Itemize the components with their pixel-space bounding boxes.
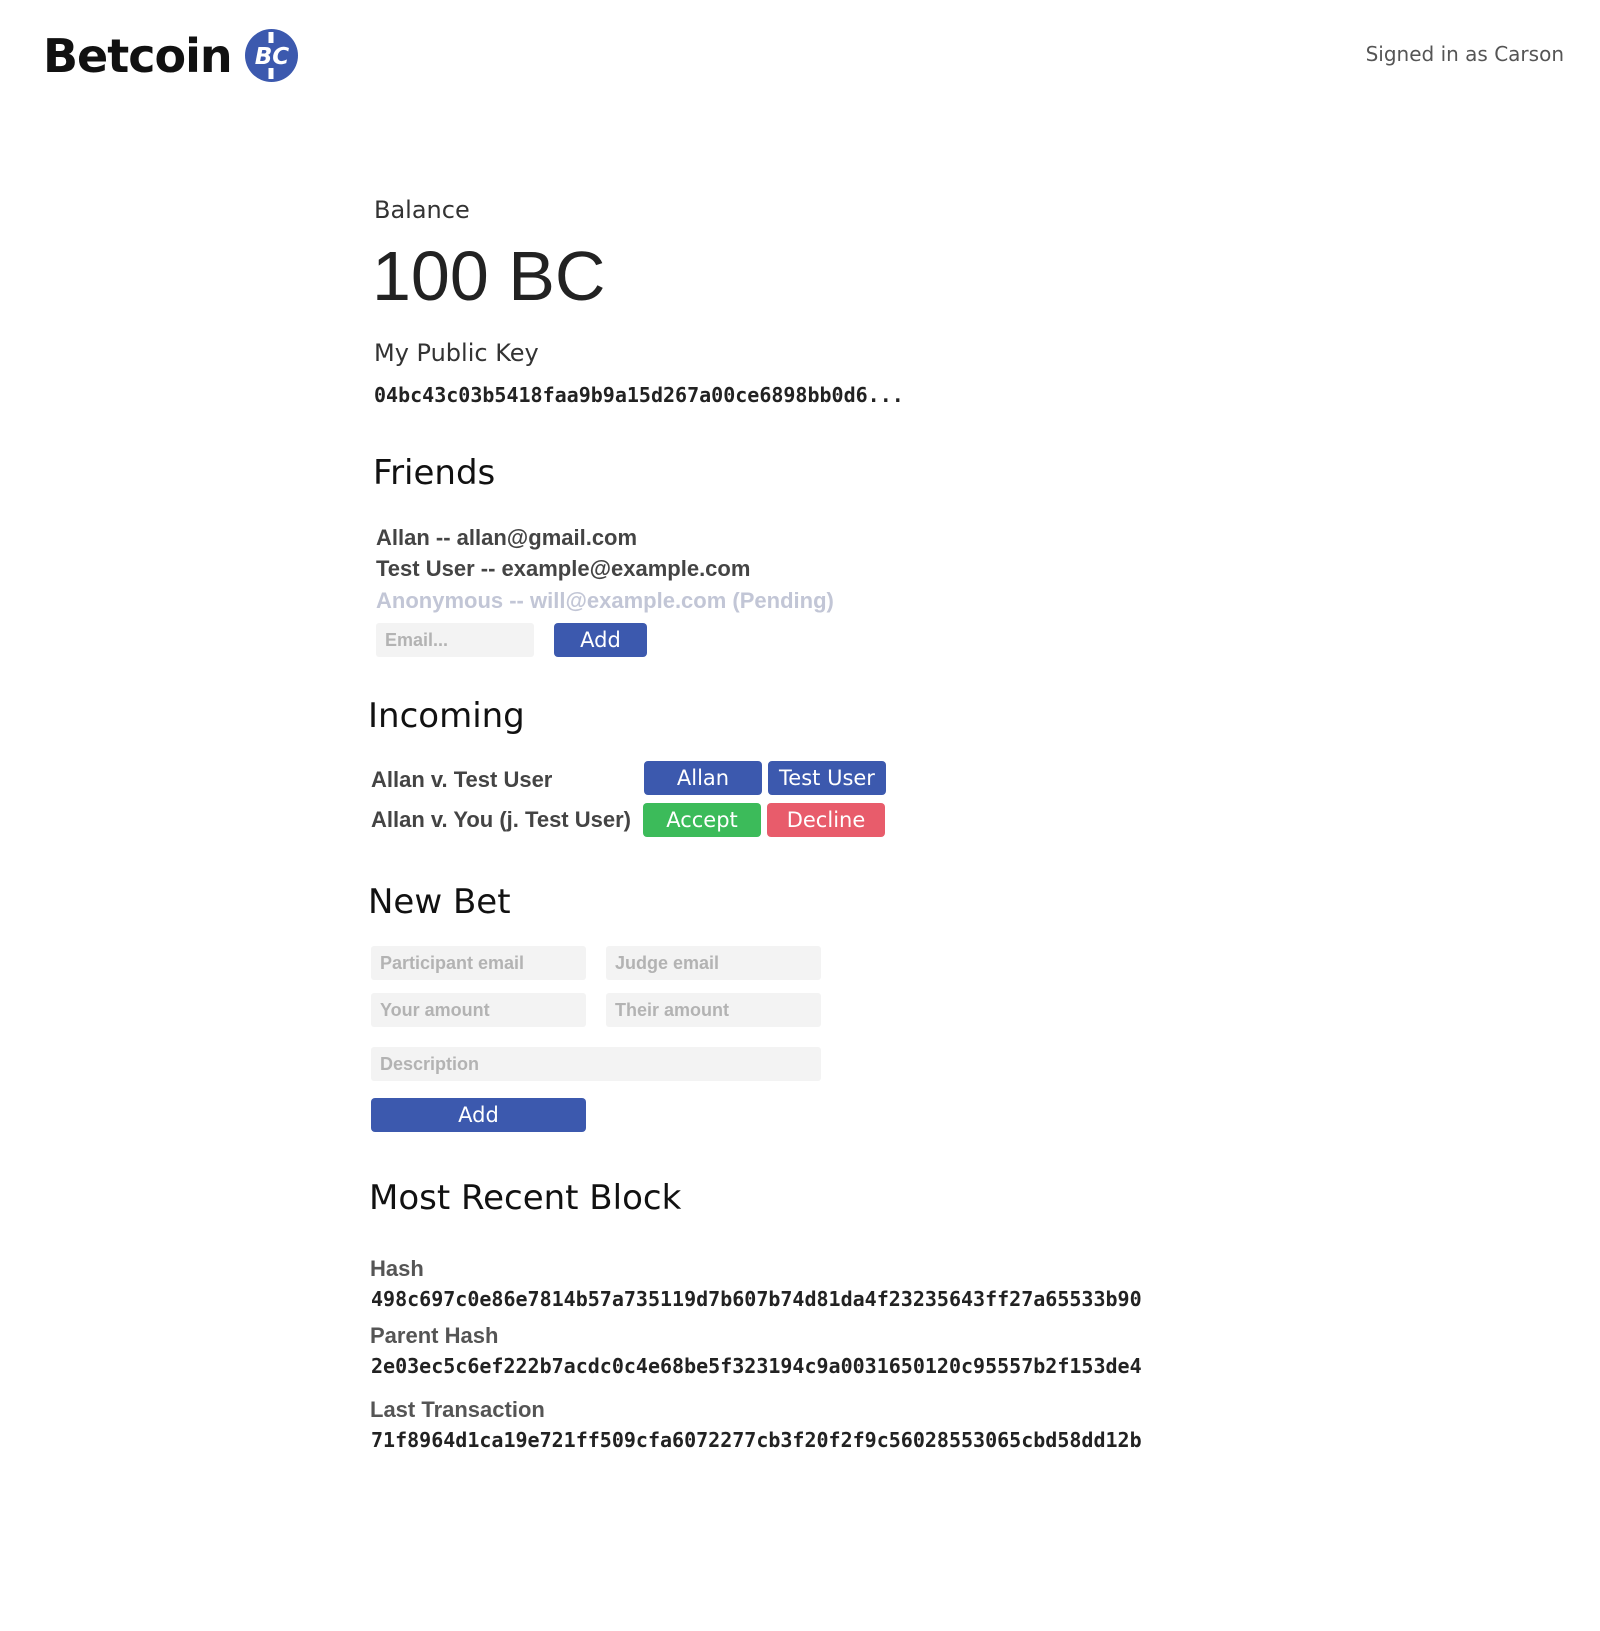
their-amount-input[interactable]: [606, 993, 821, 1027]
last-transaction-label: Last Transaction: [370, 1397, 545, 1422]
public-key-label: My Public Key: [374, 339, 539, 367]
parent-hash-value: 2e03ec5c6ef222b7acdc0c4e68be5f323194c9a0…: [371, 1354, 1142, 1378]
block-heading: Most Recent Block: [369, 1178, 682, 1218]
accept-button[interactable]: Accept: [643, 803, 761, 837]
participant-email-input[interactable]: [371, 946, 586, 980]
incoming-bet-label: Allan v. You (j. Test User): [371, 807, 631, 832]
add-bet-button[interactable]: Add: [371, 1098, 586, 1132]
your-amount-input[interactable]: [371, 993, 586, 1027]
friend-email-input[interactable]: [376, 623, 534, 657]
description-input[interactable]: [371, 1047, 821, 1081]
add-friend-button[interactable]: Add: [554, 623, 647, 657]
judge-email-input[interactable]: [606, 946, 821, 980]
friend-item: Test User -- example@example.com: [376, 556, 751, 581]
new-bet-heading: New Bet: [368, 882, 511, 922]
pick-allan-button[interactable]: Allan: [644, 761, 762, 795]
parent-hash-label: Parent Hash: [370, 1323, 499, 1348]
friends-heading: Friends: [373, 453, 496, 493]
balance-value: 100 BC: [372, 237, 606, 315]
last-transaction-value: 71f8964d1ca19e721ff509cfa6072277cb3f20f2…: [371, 1428, 1142, 1452]
incoming-heading: Incoming: [368, 696, 525, 736]
pick-test-user-button[interactable]: Test User: [768, 761, 886, 795]
decline-button[interactable]: Decline: [767, 803, 885, 837]
balance-label: Balance: [374, 196, 470, 224]
hash-label: Hash: [370, 1256, 424, 1281]
hash-value: 498c697c0e86e7814b57a735119d7b607b74d81d…: [371, 1287, 1142, 1311]
friend-item-pending: Anonymous -- will@example.com (Pending): [376, 588, 834, 613]
friend-item: Allan -- allan@gmail.com: [376, 525, 638, 550]
incoming-bet-label: Allan v. Test User: [371, 767, 553, 792]
public-key-value: 04bc43c03b5418faa9b9a15d267a00ce6898bb0d…: [374, 383, 904, 407]
dashboard: Balance 100 BC My Public Key 04bc43c03b5…: [0, 0, 1600, 1631]
